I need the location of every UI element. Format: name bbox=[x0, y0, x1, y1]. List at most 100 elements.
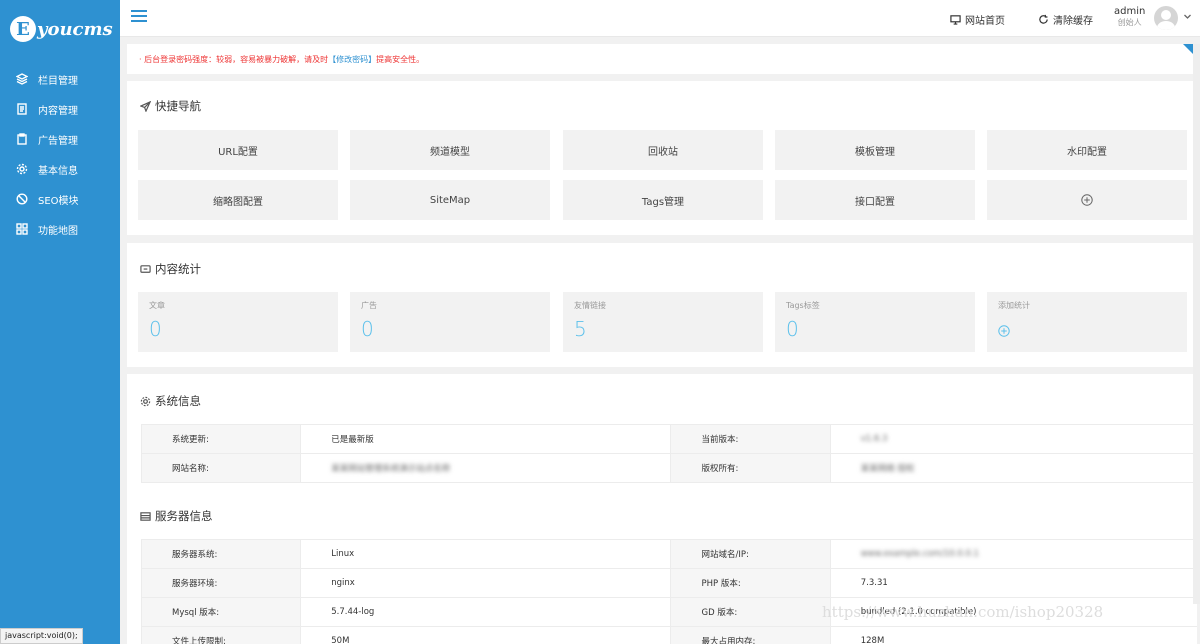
stat-label: Tags标签 bbox=[786, 301, 820, 310]
stat-ads[interactable]: 广告 0 bbox=[350, 292, 550, 352]
quick-nav-title: 快捷导航 bbox=[140, 98, 201, 114]
stat-value: 0 bbox=[361, 317, 374, 341]
table-key: Mysql 版本: bbox=[140, 597, 302, 627]
table-value: www.example.com/10.0.0.1 bbox=[860, 549, 979, 559]
alert-suffix: 提高安全性。 bbox=[376, 54, 425, 64]
plus-circle-icon bbox=[1081, 194, 1093, 206]
clear-cache-label: 清除缓存 bbox=[1053, 16, 1093, 27]
add-stat-label: 添加统计 bbox=[998, 301, 1030, 310]
table-value: 某某网络 授权 bbox=[860, 464, 915, 474]
change-password-link[interactable]: 【修改密码】 bbox=[328, 54, 376, 65]
table-row: 系统更新: 已是最新版 当前版本: v1.6.3 bbox=[140, 424, 1197, 454]
stat-value: 0 bbox=[786, 317, 799, 341]
stat-label: 文章 bbox=[149, 301, 165, 310]
sidebar-item-label: SEO模块 bbox=[38, 195, 79, 207]
sidebar-item-function-map[interactable]: 功能地图 bbox=[0, 214, 120, 244]
table-key: 版权所有: bbox=[670, 453, 831, 483]
table-value-cell: 某某网站管理系统演示站点名称 bbox=[300, 453, 672, 483]
table-key: PHP 版本: bbox=[670, 568, 831, 598]
table-row: 网站名称: 某某网站管理系统演示站点名称 版权所有: 某某网络 授权 bbox=[140, 453, 1197, 483]
tile-tags[interactable]: Tags管理 bbox=[563, 180, 763, 220]
tile-template[interactable]: 模板管理 bbox=[775, 130, 975, 170]
stat-label: 广告 bbox=[361, 301, 377, 310]
ban-icon bbox=[16, 193, 28, 205]
sidebar-item-basic-info[interactable]: 基本信息 bbox=[0, 154, 120, 184]
sidebar-item-seo[interactable]: SEO模块 bbox=[0, 184, 120, 214]
refresh-icon bbox=[1039, 14, 1048, 24]
tile-sitemap[interactable]: SiteMap bbox=[350, 180, 550, 220]
table-value: Linux bbox=[300, 539, 672, 569]
server-info-title: 服务器信息 bbox=[140, 508, 213, 524]
scrollbar[interactable] bbox=[1193, 44, 1200, 604]
table-key: 系统更新: bbox=[140, 424, 302, 454]
table-key: 当前版本: bbox=[670, 424, 831, 454]
sidebar-item-label: 基本信息 bbox=[38, 165, 78, 177]
paper-plane-icon bbox=[140, 100, 151, 112]
add-stat-button[interactable]: 添加统计 bbox=[987, 292, 1187, 352]
plus-circle-icon bbox=[998, 325, 1010, 337]
table-row: 服务器环境: nginx PHP 版本: 7.3.31 bbox=[140, 568, 1197, 598]
tile-api-config[interactable]: 接口配置 bbox=[775, 180, 975, 220]
add-quick-nav-button[interactable] bbox=[987, 180, 1187, 220]
stats-title-text: 内容统计 bbox=[155, 262, 201, 276]
server-icon bbox=[140, 511, 151, 521]
table-key: 文件上传限制: bbox=[140, 626, 302, 644]
table-value: 50M bbox=[300, 626, 672, 644]
site-home-label: 网站首页 bbox=[965, 16, 1005, 27]
sidebar-item-content[interactable]: 内容管理 bbox=[0, 94, 120, 124]
gear-icon bbox=[140, 396, 151, 406]
tile-thumbnail[interactable]: 缩略图配置 bbox=[138, 180, 338, 220]
grid-icon bbox=[16, 223, 28, 235]
user-info[interactable]: admin 创始人 bbox=[1114, 6, 1145, 28]
user-role: 创始人 bbox=[1117, 18, 1142, 27]
table-value: 128M bbox=[829, 626, 1197, 644]
alert-text: · 后台登录密码强度：较弱，容易被暴力破解，请及时 bbox=[139, 54, 329, 64]
avatar[interactable] bbox=[1154, 6, 1178, 30]
stat-value: 0 bbox=[149, 317, 162, 341]
table-key: 网站域名/IP: bbox=[670, 539, 831, 569]
chat-icon bbox=[140, 264, 151, 273]
quick-nav-panel: 快捷导航 URL配置 频道模型 回收站 模板管理 水印配置 缩略图配置 Site… bbox=[127, 81, 1197, 235]
stat-articles[interactable]: 文章 0 bbox=[138, 292, 338, 352]
table-value: 某某网站管理系统演示站点名称 bbox=[331, 464, 451, 474]
sidebar-item-ads[interactable]: 广告管理 bbox=[0, 124, 120, 154]
status-bar-url: javascript:void(0); bbox=[0, 628, 83, 644]
tile-url-config[interactable]: URL配置 bbox=[138, 130, 338, 170]
table-value-cell: v1.6.3 bbox=[829, 424, 1197, 454]
monitor-icon bbox=[950, 15, 961, 25]
user-name: admin bbox=[1114, 6, 1146, 17]
table-key: 最大占用内存: bbox=[670, 626, 831, 644]
clear-cache-button[interactable]: 清除缓存 bbox=[1038, 12, 1093, 27]
table-value-cell: www.example.com/10.0.0.1 bbox=[829, 539, 1197, 569]
logo-text: youcms bbox=[37, 18, 113, 40]
tile-watermark[interactable]: 水印配置 bbox=[987, 130, 1187, 170]
sidebar-item-column[interactable]: 栏目管理 bbox=[0, 64, 120, 94]
table-key: 服务器环境: bbox=[140, 568, 302, 598]
quick-nav-title-text: 快捷导航 bbox=[155, 99, 201, 113]
security-alert: · 后台登录密码强度：较弱，容易被暴力破解，请及时 【修改密码】 提高安全性。 bbox=[127, 44, 1197, 74]
menu-toggle-icon[interactable] bbox=[131, 10, 147, 24]
logo[interactable]: E youcms bbox=[10, 14, 113, 44]
server-info-title-text: 服务器信息 bbox=[155, 509, 213, 523]
table-key: 服务器系统: bbox=[140, 539, 302, 569]
chevron-down-icon[interactable] bbox=[1183, 12, 1192, 21]
stat-links[interactable]: 友情链接 5 bbox=[563, 292, 763, 352]
table-value: nginx bbox=[300, 568, 672, 598]
table-key: 网站名称: bbox=[140, 453, 302, 483]
system-info-title-text: 系统信息 bbox=[155, 394, 201, 408]
stat-tags[interactable]: Tags标签 0 bbox=[775, 292, 975, 352]
site-home-link[interactable]: 网站首页 bbox=[950, 12, 1005, 27]
document-icon bbox=[17, 103, 27, 115]
sidebar-item-label: 广告管理 bbox=[38, 135, 78, 147]
tile-recycle-bin[interactable]: 回收站 bbox=[563, 130, 763, 170]
stats-title: 内容统计 bbox=[140, 261, 201, 277]
sidebar-item-label: 功能地图 bbox=[38, 225, 78, 237]
server-info-table: 服务器系统: Linux 网站域名/IP: www.example.com/10… bbox=[140, 539, 1197, 644]
layers-icon bbox=[16, 73, 28, 85]
sidebar-item-label: 栏目管理 bbox=[38, 75, 78, 87]
clipboard-icon bbox=[17, 133, 27, 145]
tile-channel-model[interactable]: 频道模型 bbox=[350, 130, 550, 170]
watermark-text: https://www.huzhan.com/ishop20328 bbox=[822, 603, 1104, 621]
table-value: 5.7.44-log bbox=[300, 597, 672, 627]
stat-value: 5 bbox=[574, 317, 587, 341]
